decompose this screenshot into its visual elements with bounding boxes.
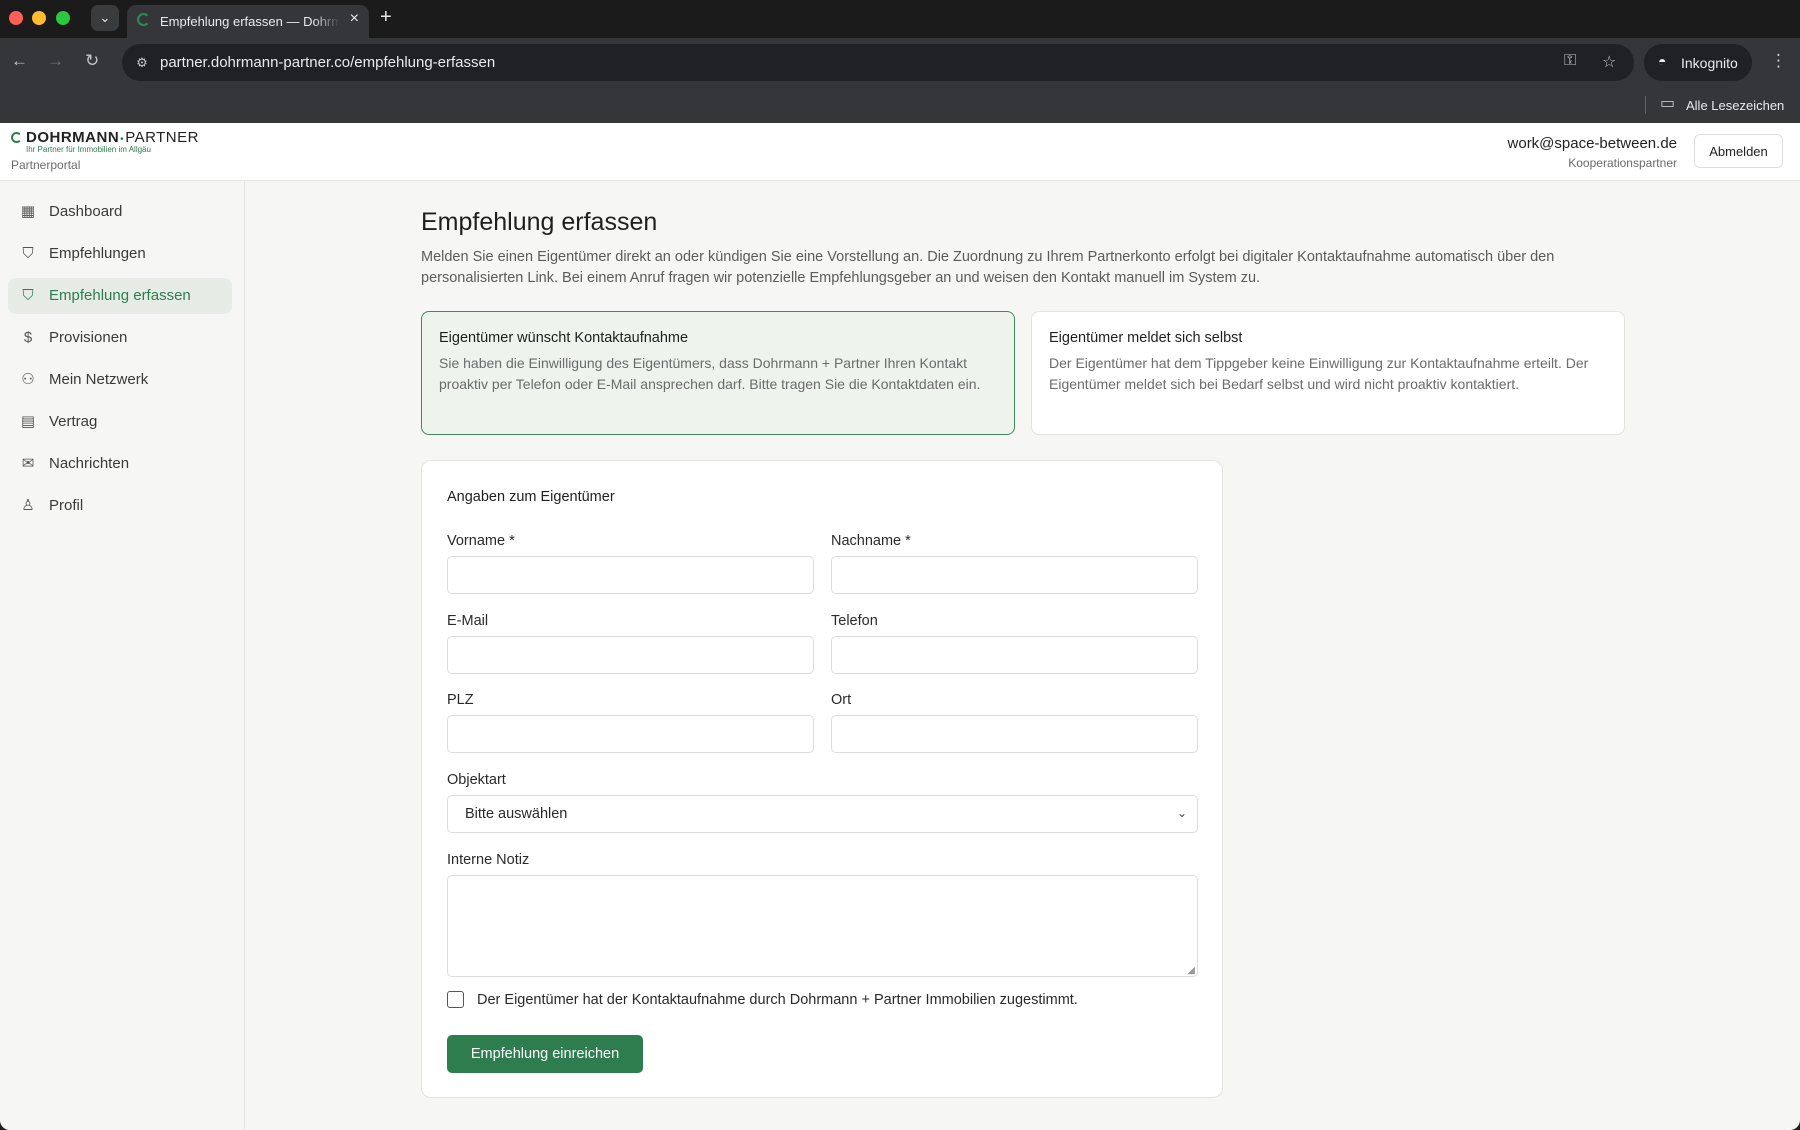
option-contact-request[interactable]: Eigentümer wünscht Kontaktaufnahme Sie h… xyxy=(421,311,1015,435)
users-icon: ⚇ xyxy=(21,371,35,388)
consent-checkbox[interactable] xyxy=(447,991,464,1008)
sidebar-item-dashboard[interactable]: ▦ Dashboard xyxy=(8,194,232,230)
portal-label: Partnerportal xyxy=(11,158,81,172)
vorname-label: Vorname * xyxy=(447,533,515,549)
browser-chrome: ⌄ Empfehlung erfassen — Dohrmann + Partn… xyxy=(0,0,1800,123)
option-description: Der Eigentümer hat dem Tippgeber keine E… xyxy=(1049,355,1589,392)
notiz-textarea[interactable]: ◢ xyxy=(447,875,1198,977)
url-text[interactable]: partner.dohrmann-partner.co/empfehlung-e… xyxy=(160,54,495,71)
favicon-icon xyxy=(137,13,150,26)
forward-arrow-icon[interactable]: → xyxy=(47,51,64,71)
plz-field[interactable] xyxy=(447,715,814,753)
sidebar-item-label: Profil xyxy=(49,497,84,514)
handshake-icon: ⛉ xyxy=(22,245,34,262)
ort-label: Ort xyxy=(831,692,852,708)
option-description: Sie haben die Einwilligung des Eigentüme… xyxy=(439,355,981,392)
ort-field[interactable] xyxy=(831,715,1198,753)
tab-bar: ⌄ Empfehlung erfassen — Dohrmann + Partn… xyxy=(0,0,1800,38)
vorname-field[interactable] xyxy=(447,556,814,594)
chevron-down-icon: ⌄ xyxy=(1176,806,1187,820)
incognito-badge[interactable]: ◓ Inkognito xyxy=(1644,44,1752,81)
sidebar-item-mein-netzwerk[interactable]: ⚇ Mein Netzwerk xyxy=(8,362,232,398)
dashboard-icon: ▦ xyxy=(20,203,36,220)
email-label: E-Mail xyxy=(447,613,489,629)
sidebar-item-label: Empfehlung erfassen xyxy=(49,287,191,304)
close-window-button[interactable] xyxy=(9,11,23,25)
maximize-window-button[interactable] xyxy=(56,11,70,25)
nachname-field[interactable] xyxy=(831,556,1198,594)
sidebar-item-label: Dashboard xyxy=(49,203,123,220)
minimize-window-button[interactable] xyxy=(32,11,46,25)
bookmark-star-icon[interactable]: ☆ xyxy=(1602,52,1616,72)
address-bar[interactable]: ⚙ partner.dohrmann-partner.co/empfehlung… xyxy=(122,44,1634,81)
nachname-label: Nachname * xyxy=(831,533,911,549)
telefon-label: Telefon xyxy=(831,613,878,629)
incognito-icon: ◓ xyxy=(1658,53,1667,69)
mail-icon: ✉ xyxy=(21,455,35,472)
sidebar-item-nachrichten[interactable]: ✉ Nachrichten xyxy=(8,446,232,482)
bookmarks-divider xyxy=(1645,96,1646,114)
sidebar-item-label: Empfehlungen xyxy=(49,245,146,262)
brand-logo-text: DOHRMANN•PARTNER xyxy=(26,129,199,146)
page-intro: Melden Sie einen Eigentümer direkt an od… xyxy=(421,249,1555,286)
user-role: Kooperationspartner xyxy=(1568,156,1677,170)
sidebar-item-vertrag[interactable]: ▤ Vertrag xyxy=(8,404,232,440)
browser-tab[interactable]: Empfehlung erfassen — Dohrmann + Partner… xyxy=(127,5,369,38)
commission-icon: $ xyxy=(23,329,33,346)
document-icon: ▤ xyxy=(20,413,36,430)
all-bookmarks-link[interactable]: Alle Lesezeichen xyxy=(1686,98,1784,113)
incognito-label: Inkognito xyxy=(1681,55,1738,71)
sidebar-nav: ▦ Dashboard ⛉ Empfehlungen ⛉ Empfehlung … xyxy=(8,194,232,530)
top-header: work@space-between.de Kooperationspartne… xyxy=(245,123,1800,181)
email-field[interactable] xyxy=(447,636,814,674)
option-title: Eigentümer meldet sich selbst xyxy=(1049,330,1243,346)
sidebar-item-label: Provisionen xyxy=(49,329,128,346)
brand-header[interactable]: DOHRMANN•PARTNER Ihr Partner für Immobil… xyxy=(0,123,245,181)
resize-handle-icon[interactable]: ◢ xyxy=(1187,965,1195,976)
logout-button[interactable]: Abmelden xyxy=(1694,134,1783,168)
sidebar-item-profil[interactable]: ♙ Profil xyxy=(8,488,232,524)
new-tab-icon[interactable]: + xyxy=(380,6,392,29)
objektart-selected-value: Bitte auswählen xyxy=(465,806,568,822)
option-title: Eigentümer wünscht Kontaktaufnahme xyxy=(439,330,689,346)
sidebar-item-label: Mein Netzwerk xyxy=(49,371,149,388)
tab-title: Empfehlung erfassen — Dohrmann + Partner xyxy=(160,14,340,29)
plz-label: PLZ xyxy=(447,692,474,708)
tab-search-chevron-icon[interactable]: ⌄ xyxy=(91,5,119,31)
submit-button[interactable]: Empfehlung einreichen xyxy=(447,1035,643,1073)
consent-label[interactable]: Der Eigentümer hat der Kontaktaufnahme d… xyxy=(477,992,1078,1008)
logo-icon xyxy=(11,132,22,143)
handshake-icon: ⛉ xyxy=(22,287,34,304)
sidebar: DOHRMANN•PARTNER Ihr Partner für Immobil… xyxy=(0,123,245,1130)
browser-menu-icon[interactable]: ⋮ xyxy=(1770,51,1787,71)
user-email: work@space-between.de xyxy=(1507,135,1677,152)
sidebar-item-empfehlungen[interactable]: ⛉ Empfehlungen xyxy=(8,236,232,272)
folder-icon[interactable]: ▭ xyxy=(1660,93,1675,113)
telefon-field[interactable] xyxy=(831,636,1198,674)
sidebar-item-label: Nachrichten xyxy=(49,455,130,472)
site-settings-icon[interactable]: ⚙ xyxy=(132,53,152,72)
reload-icon[interactable]: ↻ xyxy=(85,51,99,71)
notiz-label: Interne Notiz xyxy=(447,852,530,868)
objektart-select[interactable]: Bitte auswählen ⌄ xyxy=(447,795,1198,833)
app-window: DOHRMANN•PARTNER Ihr Partner für Immobil… xyxy=(0,123,1800,1130)
close-tab-icon[interactable]: × xyxy=(350,10,359,28)
page-title: Empfehlung erfassen xyxy=(421,208,658,236)
sidebar-item-empfehlung-erfassen[interactable]: ⛉ Empfehlung erfassen xyxy=(8,278,232,314)
brand-tagline: Ihr Partner für Immobilien im Allgäu xyxy=(26,145,151,154)
option-self-report[interactable]: Eigentümer meldet sich selbst Der Eigent… xyxy=(1031,311,1625,435)
sidebar-item-label: Vertrag xyxy=(49,413,98,430)
form-section-title: Angaben zum Eigentümer xyxy=(447,489,615,505)
owner-form: Angaben zum Eigentümer Vorname * Nachnam… xyxy=(421,460,1223,1098)
bookmarks-bar: ▭ Alle Lesezeichen xyxy=(0,88,1800,123)
browser-toolbar: ← → ↻ ⚙ partner.dohrmann-partner.co/empf… xyxy=(0,38,1800,88)
user-icon: ♙ xyxy=(21,497,35,514)
sidebar-item-provisionen[interactable]: $ Provisionen xyxy=(8,320,232,356)
key-icon[interactable]: ⚿ xyxy=(1564,52,1576,70)
back-arrow-icon[interactable]: ← xyxy=(11,51,28,71)
objektart-label: Objektart xyxy=(447,772,506,788)
